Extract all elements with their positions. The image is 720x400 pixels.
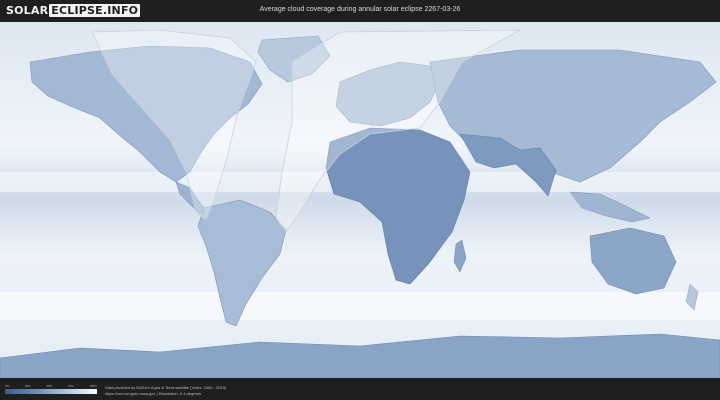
legend-tick: 25% xyxy=(24,384,31,388)
cloud-coverage-map xyxy=(0,22,720,378)
page-title: Average cloud coverage during annular so… xyxy=(259,6,461,13)
cloud-band-southern xyxy=(0,292,720,320)
legend-tick: 75% xyxy=(67,384,74,388)
legend-scale: 0% 25% 50% 75% 100% xyxy=(5,384,97,388)
legend-tick: 50% xyxy=(46,384,53,388)
data-source-link[interactable]: https://neo.sci.gsfc.nasa.gov | Resoluti… xyxy=(105,391,201,396)
cloud-coverage-legend-bar xyxy=(5,389,97,394)
world-map-svg xyxy=(0,22,720,378)
legend-tick: 100% xyxy=(89,384,97,388)
data-credit: Data provided by NASA's Aqua & Terra sat… xyxy=(105,385,227,390)
legend-tick: 0% xyxy=(5,384,10,388)
